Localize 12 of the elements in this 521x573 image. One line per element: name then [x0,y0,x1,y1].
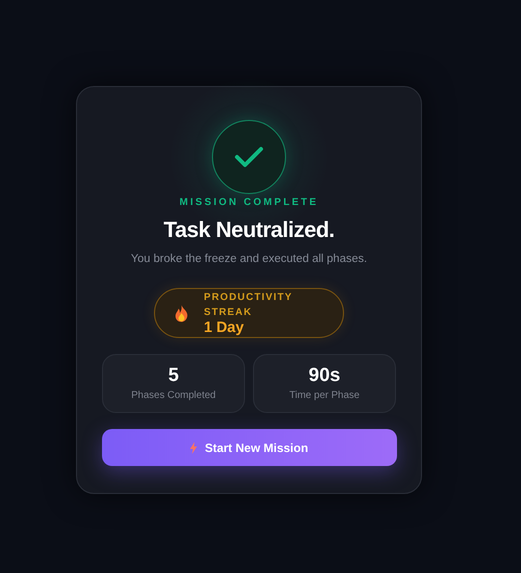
streak-label: PRODUCTIVITY STREAK [204,291,294,320]
streak-value: 1 Day [204,320,245,336]
subtitle: You broke the freeze and executed all phases. [130,252,368,267]
stat-label: Time per Phase [289,388,360,403]
lightning-icon [190,442,197,454]
flame-icon [175,304,188,322]
title: Task Neutralized. [164,216,334,244]
stat-value: 5 [168,364,179,388]
status-label: MISSION COMPLETE [180,196,318,210]
stat-label: Phases Completed [131,388,216,403]
start-new-mission-button[interactable]: Start New Mission [102,429,396,466]
stat-value: 90s [308,364,340,388]
